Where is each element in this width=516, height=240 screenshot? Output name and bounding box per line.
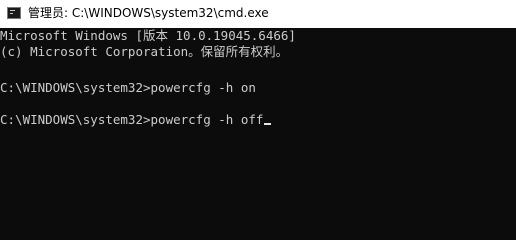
prompt-mark-icon: [10, 10, 15, 11]
title-bar[interactable]: 管理员: C:\WINDOWS\system32\cmd.exe: [0, 0, 516, 28]
prompt-mark-icon-2: [10, 13, 13, 14]
window-title: 管理员: C:\WINDOWS\system32\cmd.exe: [28, 6, 269, 20]
console-line-command-on: C:\WINDOWS\system32>powercfg -h on: [0, 80, 256, 95]
console-line-version: Microsoft Windows [版本 10.0.19045.6466]: [0, 28, 296, 43]
console-line-command-off[interactable]: C:\WINDOWS\system32>powercfg -h off: [0, 112, 272, 128]
cmd-window: 管理员: C:\WINDOWS\system32\cmd.exe Microso…: [0, 0, 516, 213]
console-input-text[interactable]: C:\WINDOWS\system32>powercfg -h off: [0, 112, 263, 127]
console-line-copyright: (c) Microsoft Corporation。保留所有权利。: [0, 44, 289, 59]
console-output-area[interactable]: Microsoft Windows [版本 10.0.19045.6466] (…: [0, 28, 516, 213]
text-cursor: [264, 123, 272, 125]
cmd-app-icon[interactable]: [7, 7, 21, 19]
